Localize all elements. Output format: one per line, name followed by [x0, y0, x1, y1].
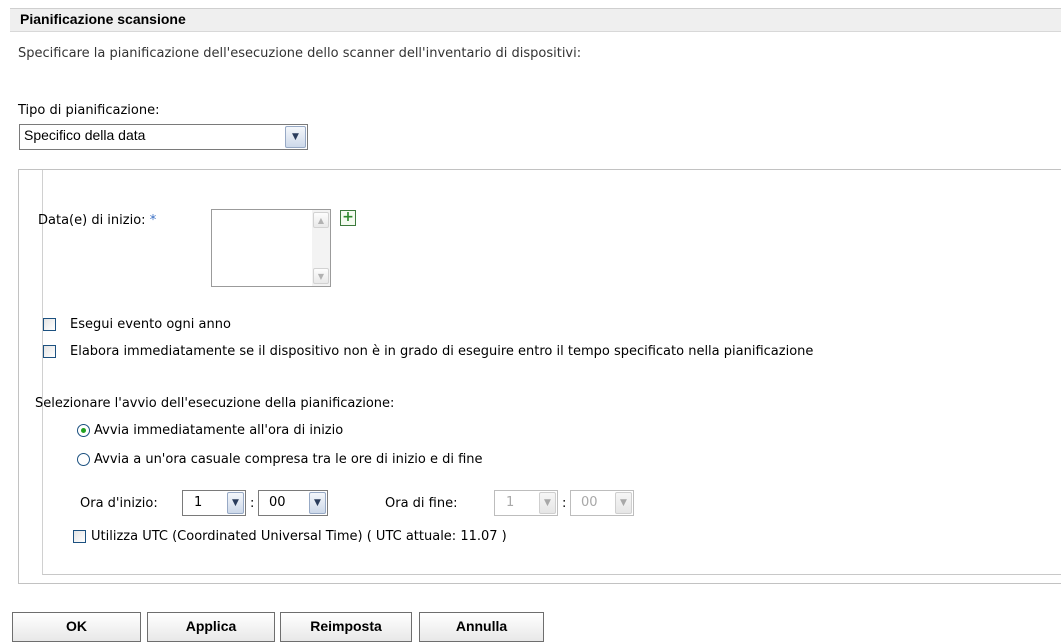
reset-button[interactable]: Reimposta [280, 612, 412, 642]
end-time-label: Ora di fine: [385, 496, 458, 511]
end-hour-value: 1 [506, 495, 515, 510]
start-hour-select[interactable]: 1 ▼ [182, 490, 246, 516]
required-marker: * [149, 213, 157, 228]
schedule-type-label: Tipo di pianificazione: [18, 103, 160, 118]
chevron-down-icon[interactable]: ▼ [313, 268, 329, 284]
cancel-button[interactable]: Annulla [419, 612, 544, 642]
radio-random-label: Avvia a un'ora casuale compresa tra le o… [94, 452, 483, 467]
schedule-type-value: Specifico della data [24, 127, 146, 143]
end-minute-select[interactable]: 00 ▼ [570, 490, 634, 516]
start-dates-label-row: Data(e) di inizio: * [38, 213, 156, 228]
section-header: Pianificazione scansione [10, 8, 1061, 32]
start-hour-value: 1 [194, 495, 203, 510]
run-start-label: Selezionare l'avvio dell'esecuzione dell… [35, 396, 395, 411]
chevron-down-icon[interactable]: ▼ [285, 126, 306, 148]
schedule-type-select[interactable]: Specifico della data ▼ [19, 124, 308, 150]
schedule-panel [18, 169, 1061, 584]
utc-checkbox[interactable] [73, 530, 86, 543]
end-hour-select[interactable]: 1 ▼ [494, 490, 558, 516]
section-title: Pianificazione scansione [20, 11, 186, 27]
chevron-down-icon[interactable]: ▼ [615, 492, 632, 514]
chevron-down-icon[interactable]: ▼ [309, 492, 326, 514]
chevron-down-icon[interactable]: ▼ [539, 492, 556, 514]
time-separator: : [562, 496, 567, 511]
end-minute-value: 00 [581, 495, 598, 510]
ok-button[interactable]: OK [12, 612, 141, 642]
chevron-down-icon[interactable]: ▼ [227, 492, 244, 514]
time-separator: : [250, 496, 255, 511]
start-time-label: Ora d'inizio: [80, 496, 158, 511]
start-dates-list[interactable]: ▲ ▼ [211, 209, 331, 287]
apply-button[interactable]: Applica [147, 612, 275, 642]
utc-label: Utilizza UTC (Coordinated Universal Time… [91, 529, 507, 544]
process-immediately-label: Elabora immediatamente se il dispositivo… [70, 344, 814, 359]
chevron-up-icon[interactable]: ▲ [313, 212, 329, 228]
start-minute-value: 00 [269, 495, 286, 510]
section-description: Specificare la pianificazione dell'esecu… [18, 46, 582, 61]
yearly-label: Esegui evento ogni anno [70, 317, 231, 332]
radio-immediate[interactable] [77, 424, 90, 437]
start-dates-label: Data(e) di inizio: [38, 213, 146, 228]
radio-random[interactable] [77, 453, 90, 466]
process-immediately-checkbox[interactable] [43, 345, 56, 358]
yearly-checkbox[interactable] [43, 318, 56, 331]
plus-icon[interactable]: + [340, 210, 356, 226]
start-minute-select[interactable]: 00 ▼ [258, 490, 328, 516]
radio-immediate-label: Avvia immediatamente all'ora di inizio [94, 423, 344, 438]
list-scrollbar[interactable]: ▲ ▼ [312, 210, 330, 286]
